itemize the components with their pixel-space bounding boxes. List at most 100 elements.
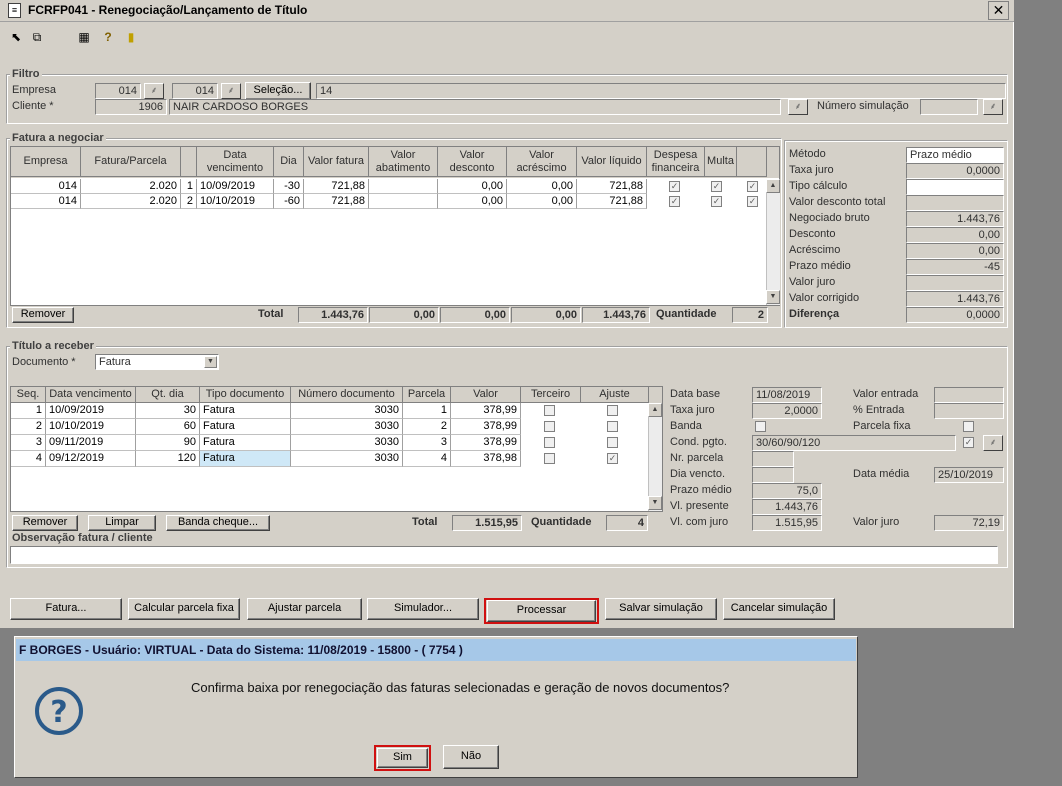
table-cell[interactable]: 721,88 <box>304 179 369 194</box>
cliente-lookup-button[interactable]: ⸙ <box>788 99 808 115</box>
table-cell[interactable]: 4 <box>403 451 451 467</box>
copy-icon[interactable]: ⧉ <box>30 30 44 44</box>
table-header[interactable]: Valor abatimento <box>369 147 438 177</box>
table-header[interactable]: Parcela <box>403 387 451 403</box>
metodo-panel-field[interactable]: 0,00 <box>906 227 1004 243</box>
cond-lookup-button[interactable]: ⸙ <box>983 435 1003 451</box>
selecao-field[interactable]: 14 <box>316 83 1006 99</box>
remover-fatura-button[interactable]: Remover <box>12 307 74 323</box>
table-header[interactable]: Ajuste <box>581 387 649 403</box>
remover-titulo-button[interactable]: Remover <box>12 515 78 531</box>
table-cell[interactable]: 0,00 <box>438 179 507 194</box>
table-cell[interactable]: 721,88 <box>304 194 369 209</box>
info-field[interactable]: 1.515,95 <box>752 515 822 531</box>
table-header[interactable]: Data vencimento <box>46 387 136 403</box>
checkbox[interactable]: ✓ <box>669 181 680 192</box>
scroll-down-icon-2[interactable]: ▼ <box>648 496 662 510</box>
info-field[interactable]: 2,0000 <box>752 403 822 419</box>
cliente-code-field[interactable]: 1906 <box>95 99 167 115</box>
metodo-panel-field[interactable]: -45 <box>906 259 1004 275</box>
table-header[interactable]: Valor acréscimo <box>507 147 577 177</box>
empresa-field-2[interactable]: 014 <box>172 83 218 99</box>
table-cell[interactable]: 3030 <box>291 403 403 419</box>
table-header[interactable]: Seq. <box>11 387 46 403</box>
table-cell[interactable]: 1 <box>181 179 197 194</box>
obs-field[interactable] <box>10 546 998 564</box>
cond-pgto-field[interactable]: 30/60/90/120 <box>752 435 956 451</box>
table-cell[interactable]: 10/10/2019 <box>46 419 136 435</box>
metodo-panel-field[interactable]: 1.443,76 <box>906 291 1004 307</box>
table-cell[interactable] <box>369 179 438 194</box>
help-icon[interactable]: ? <box>101 30 115 44</box>
cond-checkbox[interactable]: ✓ <box>963 437 974 448</box>
table-cell[interactable]: Fatura <box>200 403 291 419</box>
table-cell[interactable]: 378,99 <box>451 419 521 435</box>
table-cell[interactable]: 1 <box>11 403 46 419</box>
salvar-simulacao-button[interactable]: Salvar simulação <box>605 598 717 620</box>
titulo-scrollbar[interactable]: ▲ ▼ <box>648 403 662 511</box>
metodo-panel-field[interactable]: 0,0000 <box>906 163 1004 179</box>
terceiro-checkbox[interactable] <box>544 421 555 432</box>
simulador-button[interactable]: Simulador... <box>367 598 479 620</box>
selecao-button[interactable]: Seleção... <box>245 82 311 100</box>
table-header[interactable] <box>181 147 197 177</box>
scroll-up-icon-2[interactable]: ▲ <box>648 403 662 417</box>
table-cell[interactable]: 10/09/2019 <box>46 403 136 419</box>
checkbox[interactable]: ✓ <box>747 196 758 207</box>
num-sim-lookup-button[interactable]: ⸙ <box>983 99 1003 115</box>
checkbox[interactable]: ✓ <box>669 196 680 207</box>
metodo-panel-field[interactable]: Prazo médio <box>906 147 1004 163</box>
processar-button[interactable]: Processar <box>487 600 596 622</box>
table-cell[interactable]: 3030 <box>291 451 403 467</box>
info-field[interactable]: 72,19 <box>934 515 1004 531</box>
limpar-button[interactable]: Limpar <box>88 515 156 531</box>
info-field[interactable] <box>934 403 1004 419</box>
table-cell[interactable]: 09/11/2019 <box>46 435 136 451</box>
num-sim-field[interactable] <box>920 99 978 115</box>
table-header[interactable]: Multa <box>705 147 737 177</box>
fatura-scrollbar[interactable]: ▲ ▼ <box>766 179 780 305</box>
table-cell[interactable]: 10/09/2019 <box>197 179 274 194</box>
table-header[interactable]: Valor fatura <box>304 147 369 177</box>
documento-select[interactable]: Fatura ▼ <box>95 354 219 370</box>
table-cell[interactable]: Fatura <box>200 451 291 467</box>
table-cell[interactable]: 2.020 <box>81 179 181 194</box>
table-cell[interactable]: 3030 <box>291 419 403 435</box>
table-cell[interactable]: 120 <box>136 451 200 467</box>
table-cell[interactable]: 4 <box>11 451 46 467</box>
arrow-icon[interactable]: ⬉ <box>9 30 23 44</box>
close-button[interactable]: ✕ <box>988 1 1009 20</box>
info-field[interactable] <box>934 387 1004 403</box>
info-field[interactable]: 11/08/2019 <box>752 387 822 403</box>
table-cell[interactable]: 378,98 <box>451 451 521 467</box>
table-header[interactable]: Data vencimento <box>197 147 274 177</box>
info-field[interactable] <box>752 467 794 483</box>
table-cell[interactable]: Fatura <box>200 435 291 451</box>
table-cell[interactable]: 378,99 <box>451 403 521 419</box>
ajuste-checkbox[interactable] <box>607 405 618 416</box>
table-cell[interactable]: 0,00 <box>438 194 507 209</box>
ajuste-checkbox[interactable] <box>607 437 618 448</box>
table-cell[interactable]: -30 <box>274 179 304 194</box>
grid-icon[interactable]: ▦ <box>77 30 91 44</box>
table-header[interactable]: Despesa financeira <box>647 147 705 177</box>
checkbox[interactable]: ✓ <box>747 181 758 192</box>
table-header[interactable]: Valor líquido <box>577 147 647 177</box>
ajustar-parcela-button[interactable]: Ajustar parcela <box>247 598 362 620</box>
ajuste-checkbox[interactable] <box>607 421 618 432</box>
metodo-panel-field[interactable]: 0,0000 <box>906 307 1004 323</box>
table-cell[interactable]: 60 <box>136 419 200 435</box>
table-header[interactable]: Valor <box>451 387 521 403</box>
lookup-button[interactable]: ⸙ <box>144 83 164 99</box>
fatura-button[interactable]: Fatura... <box>10 598 122 620</box>
parcela-fixa-checkbox[interactable] <box>963 421 974 432</box>
table-header[interactable]: Tipo documento <box>200 387 291 403</box>
table-cell[interactable]: 1 <box>403 403 451 419</box>
checkbox[interactable]: ✓ <box>711 196 722 207</box>
table-cell[interactable]: 09/12/2019 <box>46 451 136 467</box>
metodo-panel-field[interactable] <box>906 195 1004 211</box>
info-field[interactable]: 75,0 <box>752 483 822 499</box>
metodo-panel-field[interactable]: 0,00 <box>906 243 1004 259</box>
banda-checkbox[interactable] <box>755 421 766 432</box>
table-cell[interactable]: 3 <box>11 435 46 451</box>
